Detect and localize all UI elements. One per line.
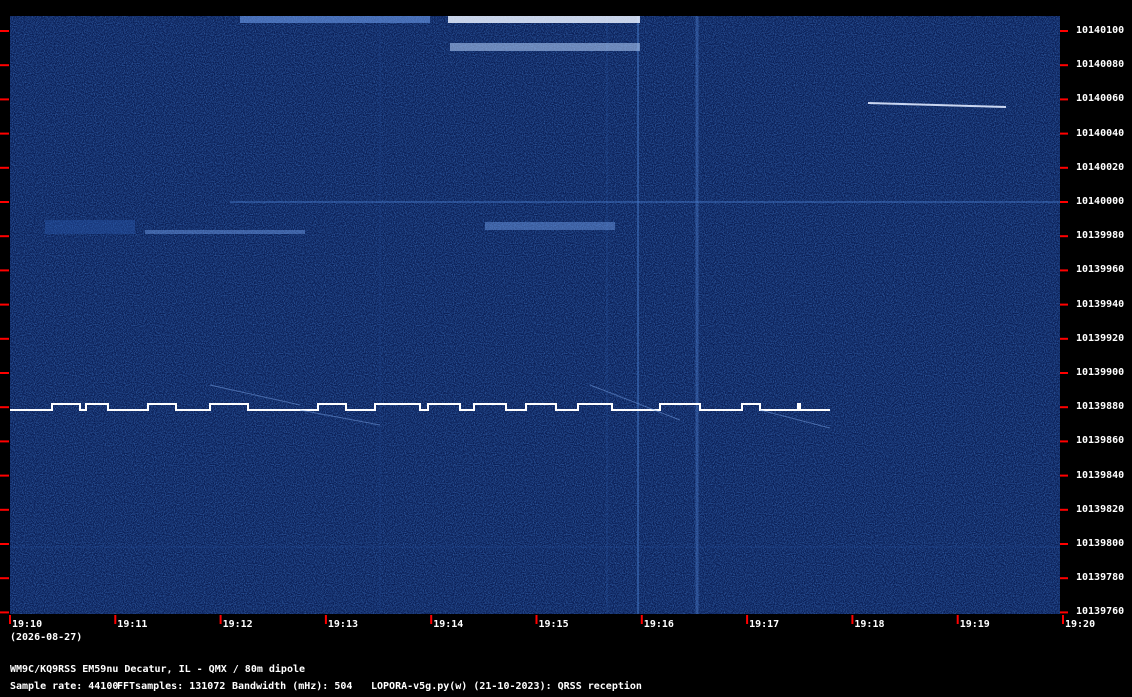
time-label: 19:15: [538, 619, 569, 630]
station-label: WM9C/KQ9RSS EM59nu Decatur, IL - QMX / 8…: [10, 664, 306, 675]
fft-samples-label: FFTsamples: 131072: [117, 681, 226, 692]
frequency-label: 10140020: [1076, 161, 1125, 173]
frequency-label: 10139920: [1076, 332, 1125, 344]
frequency-label: 10139840: [1076, 469, 1125, 481]
frequency-label: 10139940: [1076, 298, 1125, 310]
time-label: 19:12: [222, 619, 253, 630]
time-label: 19:13: [327, 619, 358, 630]
time-label: 19:10: [12, 619, 43, 630]
signal-blob: [45, 220, 135, 234]
frequency-label: 10140100: [1076, 25, 1125, 36]
time-label: 19:16: [643, 619, 674, 630]
frequency-label: 10140080: [1076, 59, 1125, 71]
time-label: 19:17: [749, 619, 780, 630]
frequency-label: 10140000: [1076, 196, 1125, 207]
frequency-label: 10140060: [1076, 93, 1125, 105]
waterfall-spectrogram: [0, 16, 1068, 624]
frequency-label: 10140040: [1076, 127, 1125, 139]
frequency-label: 10139820: [1076, 503, 1125, 515]
bandwidth-label: Bandwidth (mHz): 504: [232, 681, 353, 692]
signal-blob: [240, 16, 430, 23]
time-label: 19:20: [1065, 619, 1096, 630]
signal-blob: [448, 16, 640, 23]
frequency-label: 10139880: [1076, 401, 1125, 413]
time-label: 19:14: [433, 619, 464, 630]
software-label: LOPORA-v5g.py(w) (21-10-2023): QRSS rece…: [371, 681, 642, 692]
time-label: 19:19: [959, 619, 990, 630]
frequency-label: 10139800: [1076, 538, 1125, 549]
sample-rate-label: Sample rate: 44100: [10, 681, 119, 692]
frequency-label: 10139960: [1076, 264, 1125, 276]
frequency-label: 10139860: [1076, 435, 1125, 447]
frequency-label: 10139780: [1076, 572, 1125, 584]
signal-blob: [450, 43, 640, 51]
time-label: 19:18: [854, 619, 885, 630]
waterfall-noise: [10, 16, 1060, 614]
frequency-label: 10139760: [1076, 606, 1125, 618]
frequency-label: 10139980: [1076, 230, 1125, 242]
signal-blob: [485, 222, 615, 230]
time-label: 19:11: [117, 619, 148, 630]
signal-blob: [145, 230, 305, 234]
frequency-label: 10139900: [1076, 367, 1125, 378]
date-label: (2026-08-27): [10, 632, 83, 643]
